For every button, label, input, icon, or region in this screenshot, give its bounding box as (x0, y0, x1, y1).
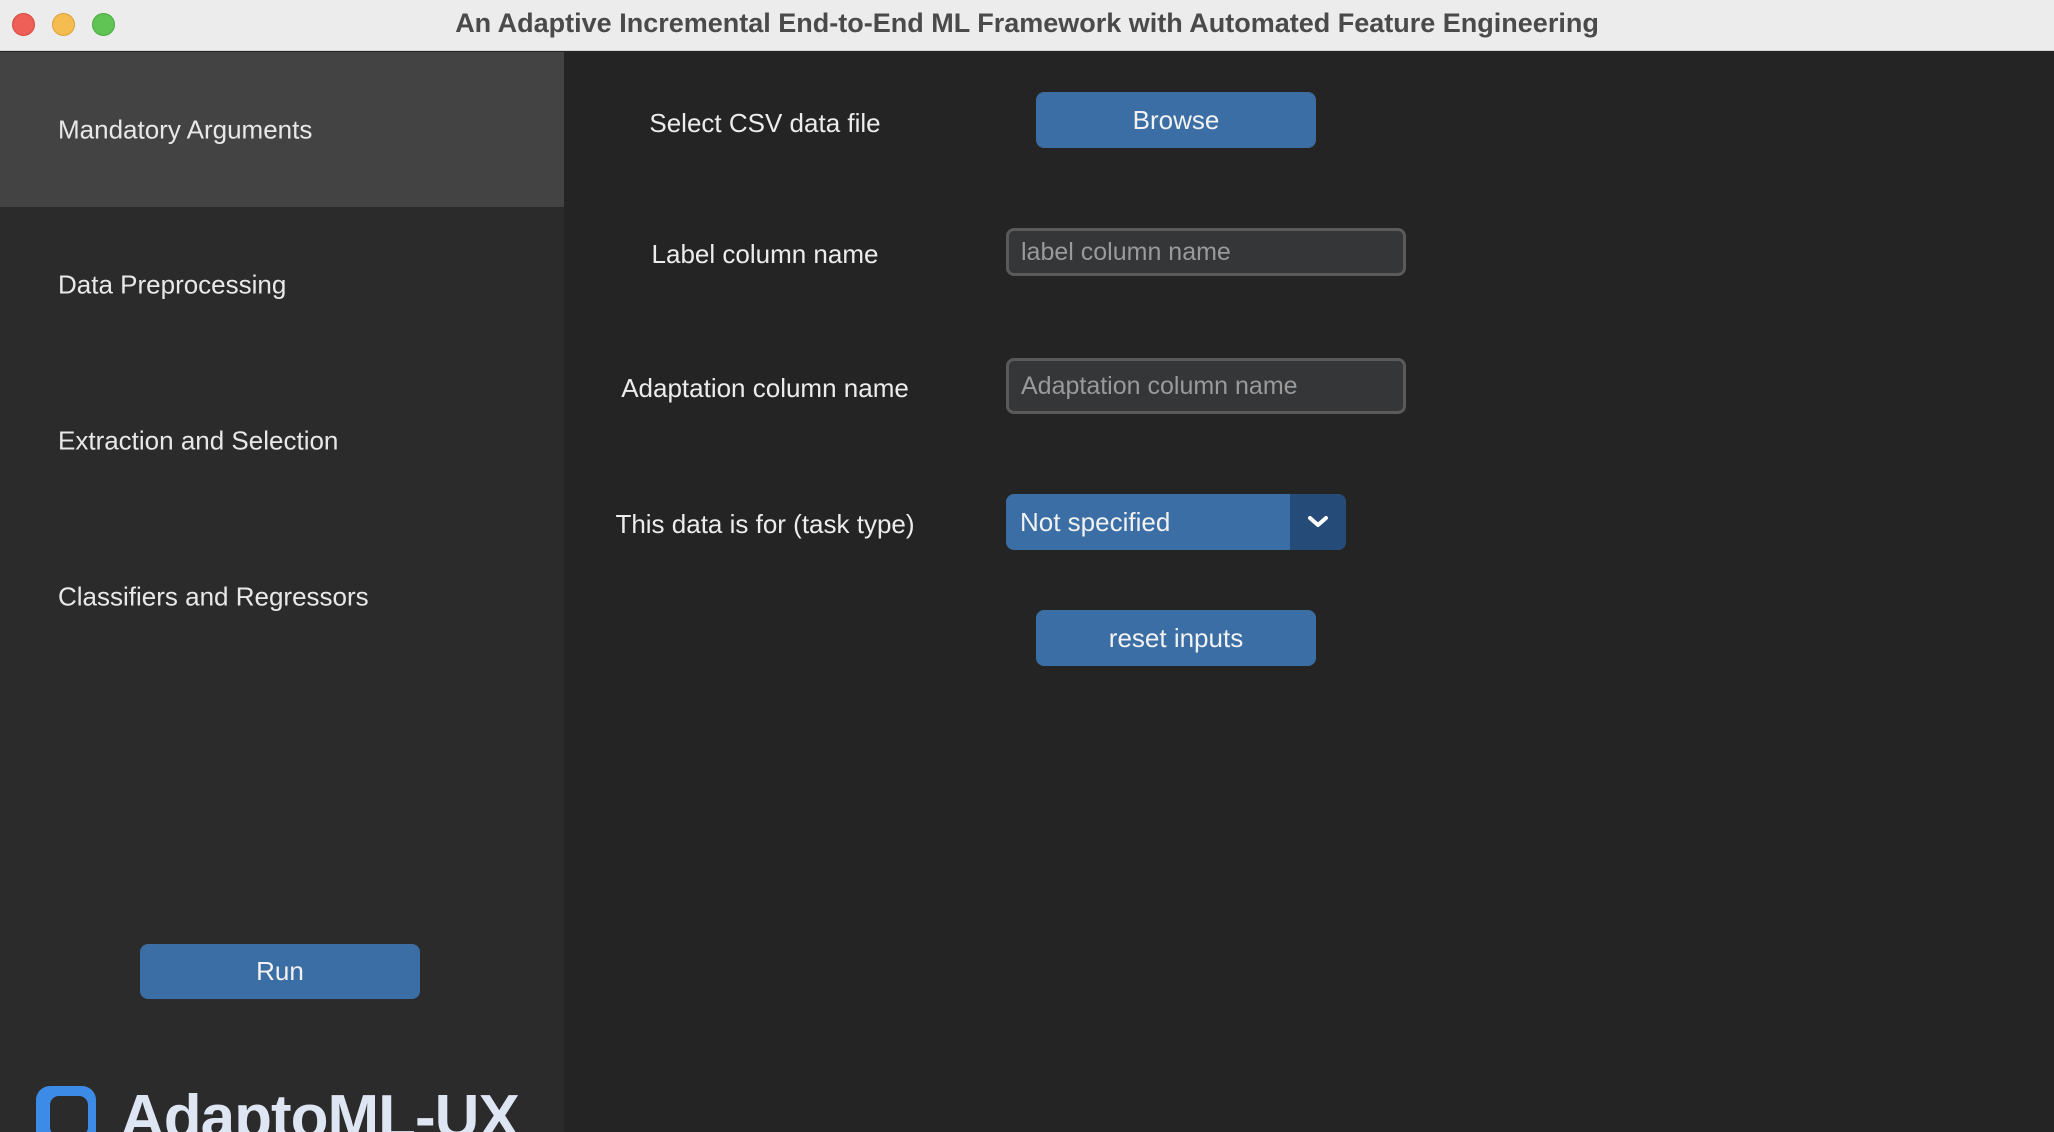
chevron-down-icon (1308, 516, 1328, 527)
browse-button[interactable]: Browse (1036, 92, 1316, 148)
reset-inputs-button[interactable]: reset inputs (1036, 610, 1316, 666)
csv-file-label: Select CSV data file (649, 108, 881, 138)
label-column-input[interactable] (1006, 228, 1406, 276)
app-logo-text: AdaptoML-UX (120, 1083, 520, 1132)
sidebar-item-label: Classifiers and Regressors (58, 581, 369, 611)
sidebar-item-label: Mandatory Arguments (58, 114, 313, 144)
task-type-dropdown[interactable]: Not specified (1006, 494, 1346, 550)
dropdown-arrow-button[interactable] (1290, 494, 1346, 550)
title-bar: An Adaptive Incremental End-to-End ML Fr… (0, 0, 2054, 51)
adaptation-column-label: Adaptation column name (621, 373, 909, 403)
app-logo-icon (36, 1086, 96, 1132)
sidebar-item-extraction-and-selection[interactable]: Extraction and Selection (0, 363, 564, 518)
task-type-selected-value: Not specified (1020, 507, 1171, 537)
label-column-label: Label column name (651, 239, 879, 269)
main-panel (564, 52, 2054, 1132)
sidebar: Mandatory Arguments Data Preprocessing E… (0, 52, 564, 1132)
adaptation-column-input[interactable] (1006, 358, 1406, 414)
sidebar-item-label: Data Preprocessing (58, 269, 287, 299)
window-title: An Adaptive Incremental End-to-End ML Fr… (455, 8, 1599, 38)
task-type-label: This data is for (task type) (615, 509, 915, 539)
sidebar-item-mandatory-arguments[interactable]: Mandatory Arguments (0, 52, 564, 207)
sidebar-item-classifiers-and-regressors[interactable]: Classifiers and Regressors (0, 519, 564, 674)
sidebar-item-label: Extraction and Selection (58, 425, 339, 455)
sidebar-item-data-preprocessing[interactable]: Data Preprocessing (0, 207, 564, 362)
app-window: An Adaptive Incremental End-to-End ML Fr… (0, 0, 2054, 1132)
run-button[interactable]: Run (140, 944, 420, 999)
